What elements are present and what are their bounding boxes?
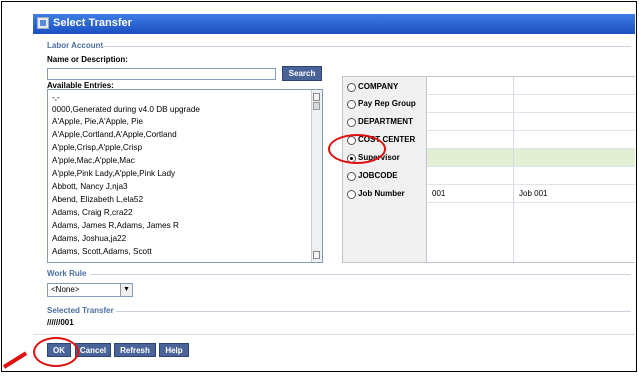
annotation-circle-ok (33, 337, 79, 367)
list-item[interactable]: Abend, Elizabeth L,ela52 (52, 195, 143, 204)
list-item[interactable]: A'pple,Crisp,A'pple,Crisp (52, 143, 142, 152)
level-selection-panel: COMPANY Pay Rep Group DEPARTMENT COST CE… (342, 76, 635, 263)
section-divider (97, 46, 631, 47)
footer-divider (33, 334, 635, 335)
radio-label: DEPARTMENT (358, 117, 413, 126)
grid-row-highlighted[interactable] (427, 149, 635, 167)
list-item[interactable]: Adams, James R,Adams, James R (52, 221, 179, 230)
chevron-down-icon[interactable]: ▼ (120, 284, 132, 296)
cancel-button[interactable]: Cancel (75, 343, 111, 357)
list-item[interactable]: A'Apple,Cortland,A'Apple,Cortland (52, 130, 177, 139)
window-icon (37, 17, 49, 29)
radio-button[interactable] (347, 118, 356, 127)
section-divider (91, 274, 631, 275)
work-rule-selected-value: <None> (51, 285, 80, 294)
radio-label: Pay Rep Group (358, 99, 416, 108)
help-button[interactable]: Help (159, 343, 189, 357)
grid-row[interactable] (427, 131, 635, 149)
job-number-description: Job 001 (519, 189, 548, 198)
radio-label: COMPANY (358, 82, 399, 91)
list-item[interactable]: -,- (52, 93, 60, 102)
name-description-label: Name or Description: (47, 55, 128, 64)
radio-button[interactable] (347, 190, 356, 199)
grid-row[interactable]: 001 Job 001 (427, 185, 635, 203)
level-values-grid: 001 Job 001 (426, 77, 635, 262)
search-button[interactable]: Search (282, 66, 322, 81)
labor-account-section-label: Labor Account (47, 41, 104, 50)
grid-column-divider (513, 77, 514, 262)
selected-transfer-section-label: Selected Transfer (47, 306, 114, 315)
list-item[interactable]: A'pple,Pink Lady,A'pple,Pink Lady (52, 169, 175, 178)
window-title: Select Transfer (53, 17, 132, 29)
select-transfer-dialog: Select Transfer Labor Account Name or De… (33, 14, 635, 362)
list-item[interactable]: Adams, Craig R,cra22 (52, 208, 133, 217)
radio-button[interactable] (347, 100, 356, 109)
job-number-code: 001 (432, 189, 446, 198)
grid-row[interactable] (427, 77, 635, 95)
grid-row[interactable] (427, 167, 635, 185)
radio-button[interactable] (347, 172, 356, 181)
list-item[interactable]: A'pple,Mac,A'pple,Mac (52, 156, 135, 165)
search-input[interactable] (47, 68, 276, 80)
grid-row[interactable] (427, 95, 635, 113)
refresh-button[interactable]: Refresh (114, 343, 156, 357)
radio-pay-rep-group[interactable]: Pay Rep Group (347, 96, 419, 114)
radio-company[interactable]: COMPANY (347, 79, 419, 97)
list-item[interactable]: Adams, Scott,Adams, Scott (52, 247, 152, 256)
scroll-thumb[interactable] (313, 102, 320, 110)
grid-row[interactable] (427, 113, 635, 131)
radio-label: Job Number (358, 189, 405, 198)
radio-department[interactable]: DEPARTMENT (347, 114, 419, 132)
work-rule-section-label: Work Rule (47, 269, 87, 278)
available-entries-list[interactable]: -,- 0000,Generated during v4.0 DB upgrad… (47, 89, 323, 263)
list-item[interactable]: Adams, Joshua,ja22 (52, 234, 126, 243)
list-item[interactable]: A'Apple, Pie,A'Apple, Pie (52, 117, 143, 126)
list-item[interactable]: 0000,Generated during v4.0 DB upgrade (52, 105, 200, 114)
scroll-up-arrow-icon[interactable] (313, 93, 320, 101)
section-divider (116, 311, 631, 312)
work-rule-select[interactable]: <None> ▼ (47, 283, 133, 297)
selected-transfer-value: //////001 (47, 318, 74, 327)
scroll-down-arrow-icon[interactable] (313, 251, 320, 259)
radio-button[interactable] (347, 83, 356, 92)
list-item[interactable]: Abbott, Nancy J,nja3 (52, 182, 128, 191)
radio-label: JOBCODE (358, 171, 398, 180)
title-bar[interactable]: Select Transfer (33, 14, 635, 34)
radio-job-number[interactable]: Job Number (347, 186, 419, 204)
annotation-circle-supervisor (328, 134, 386, 164)
radio-jobcode[interactable]: JOBCODE (347, 168, 419, 186)
list-scrollbar[interactable] (311, 90, 322, 262)
